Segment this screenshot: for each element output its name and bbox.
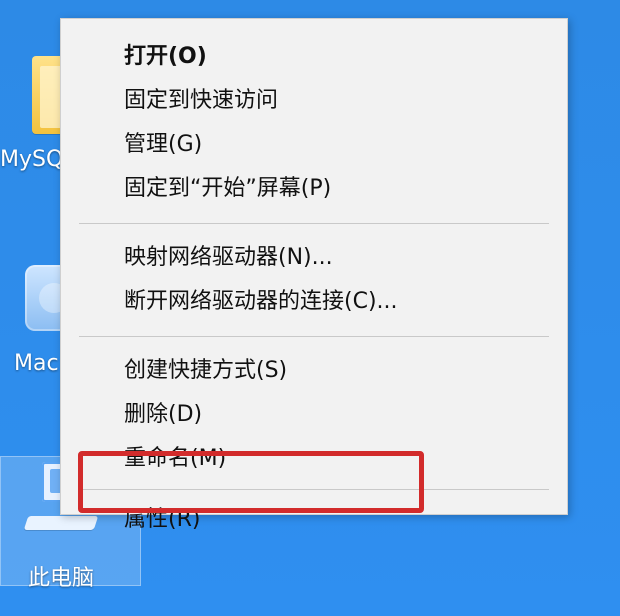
- context-menu: 打开(O) 固定到快速访问 管理(G) 固定到“开始”屏幕(P) 映射网络驱动器…: [60, 18, 568, 532]
- menu-separator: [79, 489, 549, 490]
- menu-separator: [79, 336, 549, 337]
- menu-item-properties[interactable]: 属性(R): [61, 498, 567, 542]
- menu-item-manage[interactable]: 管理(G): [61, 123, 567, 167]
- menu-separator: [79, 223, 549, 224]
- desktop-icon-label-mysql: MySQ: [0, 147, 64, 172]
- menu-item-open[interactable]: 打开(O): [61, 35, 567, 79]
- menu-item-disconnect-network-drive[interactable]: 断开网络驱动器的连接(C)...: [61, 280, 567, 324]
- menu-item-delete[interactable]: 删除(D): [61, 393, 567, 437]
- desktop-icon-label-this-pc: 此电脑: [28, 566, 95, 591]
- menu-item-pin-start[interactable]: 固定到“开始”屏幕(P): [61, 167, 567, 211]
- menu-item-pin-quick-access[interactable]: 固定到快速访问: [61, 79, 567, 123]
- menu-item-rename[interactable]: 重命名(M): [61, 437, 567, 481]
- menu-item-create-shortcut[interactable]: 创建快捷方式(S): [61, 349, 567, 393]
- menu-item-map-network-drive[interactable]: 映射网络驱动器(N)...: [61, 236, 567, 280]
